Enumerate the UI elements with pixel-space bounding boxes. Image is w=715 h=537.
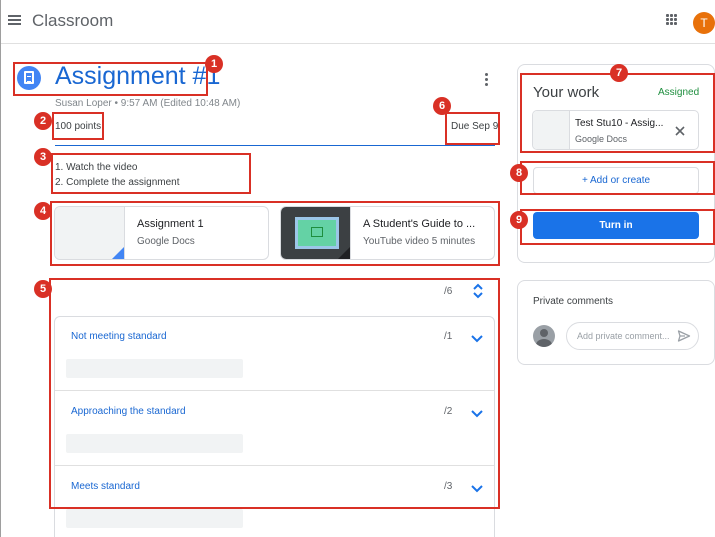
annotation-badge: 7	[610, 64, 628, 82]
annotation-badge: 9	[510, 211, 528, 229]
header-divider	[55, 145, 495, 146]
apps-grid-icon[interactable]	[666, 14, 678, 26]
annotation-box	[520, 209, 715, 245]
send-icon[interactable]	[677, 329, 691, 343]
criterion-placeholder-bar	[66, 509, 243, 528]
annotation-badge: 8	[510, 164, 528, 182]
annotation-badge: 4	[34, 202, 52, 220]
annotation-box	[520, 73, 715, 153]
assignment-byline: Susan Loper • 9:57 AM (Edited 10:48 AM)	[55, 98, 241, 109]
annotation-badge: 1	[205, 55, 223, 73]
private-comments-title: Private comments	[533, 296, 614, 307]
annotation-box	[52, 112, 104, 140]
annotation-box	[51, 153, 251, 194]
account-avatar[interactable]: T	[693, 12, 715, 34]
annotation-box	[50, 201, 500, 266]
annotation-box	[13, 62, 208, 96]
annotation-box	[49, 278, 500, 509]
annotation-badge: 3	[34, 148, 52, 166]
annotation-box	[445, 112, 500, 145]
annotation-box	[520, 161, 715, 195]
annotation-badge: 2	[34, 112, 52, 130]
menu-icon[interactable]	[6, 10, 26, 30]
app-title[interactable]: Classroom	[32, 11, 113, 31]
annotation-badge: 5	[34, 280, 52, 298]
annotation-badge: 6	[433, 97, 451, 115]
user-avatar	[533, 325, 555, 347]
more-vert-icon[interactable]	[482, 72, 492, 88]
